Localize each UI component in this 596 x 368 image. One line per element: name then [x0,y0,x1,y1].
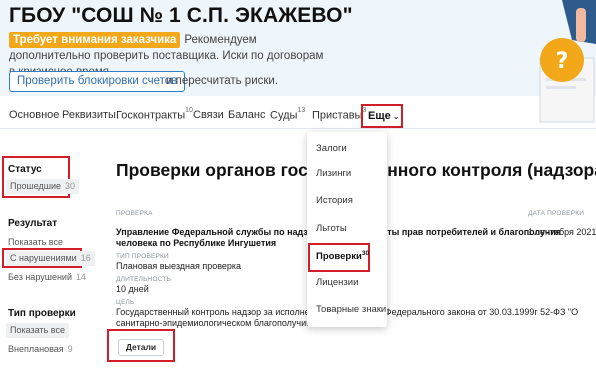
tab-bailiffs[interactable]: Приставы3 [312,107,366,122]
tab-balance[interactable]: Баланс [228,109,265,121]
menu-item-licenses[interactable]: Лицензии [316,277,358,288]
without-violations-link[interactable]: Без нарушений 14 [8,272,86,282]
details-button[interactable]: Детали [118,339,164,356]
attention-badge: Требует внимания заказчика [9,32,181,48]
tab-links[interactable]: Связи [193,109,224,121]
more-tabs-button[interactable]: Еще ⌄ [361,104,403,128]
duration-label: ДЛИТЕЛЬНОСТЬ [116,276,172,283]
inspection-date: 1 сентября 2021 [528,227,596,237]
menu-item-benefits[interactable]: Льготы [316,223,347,234]
tab-count: 13 [297,107,306,114]
company-name: ГБОУ "СОШ № 1 С.П. ЭКАЖЕВО" [9,4,353,27]
check-type-filter-title: Тип проверки [8,308,76,319]
goal-label: ЦЕЛЬ [116,299,135,306]
chevron-down-icon: ⌄ [392,112,400,121]
status-filter-title: Статус [8,164,42,175]
check-type-show-all-chip[interactable]: Показать все [6,323,69,338]
menu-item-history[interactable]: История [316,195,353,206]
inspection-type: Плановая выездная проверка [116,261,242,271]
menu-item-inspections[interactable]: Проверки30 [316,250,369,262]
menu-item-pledges[interactable]: Залоги [316,143,347,154]
tab-count: 10 [185,107,193,114]
menu-item-count: 30 [361,250,370,257]
result-show-all[interactable]: Показать все [8,237,63,247]
recalc-risks-text: и пересчитать риски. [166,75,279,87]
unplanned-link[interactable]: Внеплановая 9 [8,344,73,354]
inspection-duration: 10 дней [116,284,149,294]
date-column-label: ДАТА ПРОВЕРКИ [528,210,585,217]
nav-divider [0,128,596,129]
with-violations-chip[interactable]: С нарушениями 16 [6,251,95,266]
menu-item-leasing[interactable]: Лизинги [316,168,351,179]
result-filter-title: Результат [8,218,58,229]
menu-item-trademarks[interactable]: Товарные знаки [316,304,386,315]
type-label: ТИП ПРОВЕРКИ [116,253,169,260]
more-dropdown-menu: Залоги Лизинги История Льготы Проверки30… [307,132,387,327]
section-tabs: Основное Реквизиты Госконтракты10 Связи … [0,104,596,128]
tab-courts[interactable]: Суды13 [270,107,306,122]
status-past-chip[interactable]: Прошедшие 30 [6,179,80,194]
tab-requisites[interactable]: Реквизиты [62,109,116,121]
tab-main[interactable]: Основное [9,109,59,121]
svg-text:?: ? [556,49,569,74]
check-account-blocks-button[interactable]: Проверить блокировки счетов [9,71,186,92]
inspection-column-label: ПРОВЕРКА [116,210,153,217]
tab-contracts[interactable]: Госконтракты10 [116,107,193,122]
